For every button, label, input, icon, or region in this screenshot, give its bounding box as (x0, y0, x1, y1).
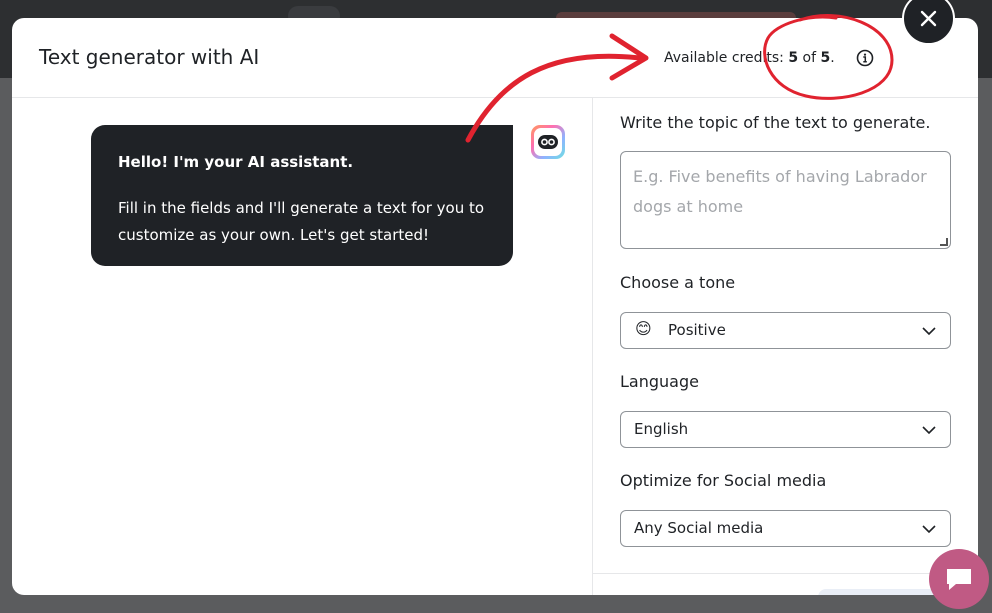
tone-value: Positive (668, 321, 726, 339)
topic-textarea[interactable]: E.g. Five benefits of having Labrador do… (620, 151, 951, 249)
robot-face-icon (538, 135, 558, 149)
assistant-greeting: Hello! I'm your AI assistant. (118, 153, 354, 171)
credits-of: of (798, 50, 821, 66)
smiley-icon: 😊 (635, 319, 652, 338)
chevron-down-icon (922, 327, 936, 336)
credits-used: 5 (788, 50, 799, 66)
generator-form: Write the topic of the text to generate.… (593, 98, 978, 595)
topic-placeholder: E.g. Five benefits of having Labrador do… (633, 167, 927, 216)
social-label: Optimize for Social media (620, 471, 827, 490)
info-icon[interactable] (856, 49, 874, 67)
form-footer-divider (593, 573, 978, 574)
credits-prefix: Available credits: (664, 50, 789, 66)
text-generator-modal: Text generator with AI Available credits… (12, 18, 978, 595)
assistant-chat-pane: Hello! I'm your AI assistant. Fill in th… (12, 98, 592, 595)
social-media-select[interactable]: Any Social media (620, 510, 951, 547)
language-select[interactable]: English (620, 411, 951, 448)
credits-indicator: Available credits: 5 of 5. (664, 50, 835, 66)
tone-label: Choose a tone (620, 273, 736, 292)
credits-total: 5 (820, 50, 831, 66)
assistant-message: Fill in the fields and I'll generate a t… (118, 199, 485, 244)
language-label: Language (620, 372, 699, 391)
chat-support-button[interactable] (929, 549, 989, 609)
chat-bubble-icon (947, 569, 971, 590)
close-icon (920, 10, 937, 27)
modal-header: Text generator with AI Available credits… (12, 18, 978, 98)
assistant-message-bubble: Hello! I'm your AI assistant. Fill in th… (91, 125, 513, 266)
tone-select[interactable]: 😊 Positive (620, 312, 951, 349)
modal-title: Text generator with AI (39, 45, 260, 69)
resize-handle-icon[interactable] (940, 238, 948, 246)
topic-label: Write the topic of the text to generate. (620, 113, 931, 132)
chevron-down-icon (922, 426, 936, 435)
social-value: Any Social media (634, 519, 764, 537)
language-value: English (634, 420, 689, 438)
robot-icon (531, 125, 565, 159)
credits-suffix: . (830, 50, 835, 66)
robot-avatar-face (534, 128, 562, 156)
chevron-down-icon (922, 525, 936, 534)
